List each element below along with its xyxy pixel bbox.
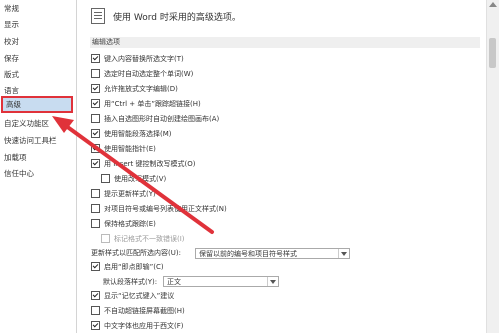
nav-item-add-ins[interactable]: 加载项	[4, 151, 27, 165]
checkbox[interactable]	[91, 113, 100, 123]
nav-item-save[interactable]: 保存	[4, 52, 19, 66]
default-paragraph-style-dropdown[interactable]: 正文	[163, 276, 279, 287]
option-smart-paragraph-selection[interactable]: 使用智能段落选择(M)	[91, 128, 172, 140]
checkbox[interactable]	[91, 128, 100, 138]
checkbox[interactable]	[91, 53, 100, 63]
checkbox[interactable]	[91, 290, 100, 300]
checkbox[interactable]	[91, 305, 100, 315]
option-ctrl-click-hyperlink[interactable]: 用“Ctrl + 单击”跟踪超链接(H)	[91, 98, 201, 110]
option-auto-drawing-canvas[interactable]: 插入自选图形时自动创建绘图画布(A)	[91, 113, 219, 125]
editing-options-section-title: 编辑选项	[90, 37, 480, 48]
option-keep-track-formatting[interactable]: 保持格式跟踪(E)	[91, 218, 156, 230]
nav-item-layout[interactable]: 版式	[4, 68, 19, 82]
options-sidebar: 常规 显示 校对 保存 版式 语言 高级 自定义功能区 快速访问工具栏 加载项 …	[0, 0, 77, 333]
advanced-options-panel: 使用 Word 时采用的高级选项。 编辑选项 键入内容替换所选文字(T) 选定时…	[77, 0, 487, 333]
checkbox[interactable]	[91, 158, 100, 168]
page-title: 使用 Word 时采用的高级选项。	[113, 13, 241, 23]
option-select-entire-word[interactable]: 选定时自动选定整个单词(W)	[91, 68, 193, 80]
nav-item-general[interactable]: 常规	[4, 2, 19, 16]
option-drag-drop-editing[interactable]: 允许拖放式文字编辑(D)	[91, 83, 178, 95]
default-paragraph-style-label: 默认段落样式(Y):	[103, 278, 158, 286]
checkbox[interactable]	[91, 218, 100, 228]
option-use-overtype-mode[interactable]: 使用改写模式(V)	[101, 173, 166, 185]
option-mark-formatting-inconsistencies: 标记格式不一致错误(I)	[101, 233, 185, 245]
option-show-autocomplete[interactable]: 显示“记忆式键入”建议	[91, 290, 174, 302]
chevron-down-icon	[270, 280, 276, 284]
nav-item-customize-ribbon[interactable]: 自定义功能区	[4, 117, 49, 131]
checkbox[interactable]	[91, 68, 100, 78]
update-style-dropdown[interactable]: 保留以前的编号和项目符号样式	[195, 248, 350, 259]
nav-item-advanced[interactable]: 高级	[1, 96, 73, 113]
update-style-label: 更新样式以匹配所选内容(U):	[91, 249, 181, 257]
option-prompt-update-style[interactable]: 提示更新样式(Y)	[91, 188, 156, 200]
vertical-scrollbar[interactable]	[486, 0, 499, 333]
checkbox[interactable]	[91, 320, 100, 330]
option-typing-replaces-selection[interactable]: 键入内容替换所选文字(T)	[91, 53, 184, 65]
option-no-hyperlink-screenshot[interactable]: 不自动超链接屏幕截图(H)	[91, 305, 185, 317]
option-normal-style-for-lists[interactable]: 对项目符号或编号列表使用正文样式(N)	[91, 203, 227, 215]
options-page-icon	[91, 8, 105, 24]
option-chinese-font-for-western[interactable]: 中文字体也应用于西文(F)	[91, 320, 184, 332]
checkbox[interactable]	[101, 173, 110, 183]
option-smart-cursoring[interactable]: 使用智能指针(E)	[91, 143, 156, 155]
scroll-thumb[interactable]	[489, 38, 496, 68]
nav-item-display[interactable]: 显示	[4, 18, 19, 32]
checkbox[interactable]	[91, 188, 100, 198]
update-style-row: 更新样式以匹配所选内容(U):	[91, 247, 181, 259]
default-paragraph-style-row: 默认段落样式(Y):	[103, 276, 157, 288]
nav-item-quick-access-toolbar[interactable]: 快速访问工具栏	[4, 134, 57, 148]
checkbox[interactable]	[91, 98, 100, 108]
chevron-down-icon	[341, 252, 347, 256]
scroll-up-icon[interactable]	[489, 2, 497, 7]
nav-item-trust-center[interactable]: 信任中心	[4, 167, 34, 181]
option-insert-key-overtype[interactable]: 用 Insert 键控制改写模式(O)	[91, 158, 196, 170]
checkbox[interactable]	[91, 203, 100, 213]
checkbox[interactable]	[91, 83, 100, 93]
checkbox	[101, 233, 110, 243]
nav-item-proofing[interactable]: 校对	[4, 35, 19, 49]
checkbox[interactable]	[91, 143, 100, 153]
option-click-and-type[interactable]: 启用“即点即输”(C)	[91, 261, 164, 273]
checkbox[interactable]	[91, 261, 100, 271]
